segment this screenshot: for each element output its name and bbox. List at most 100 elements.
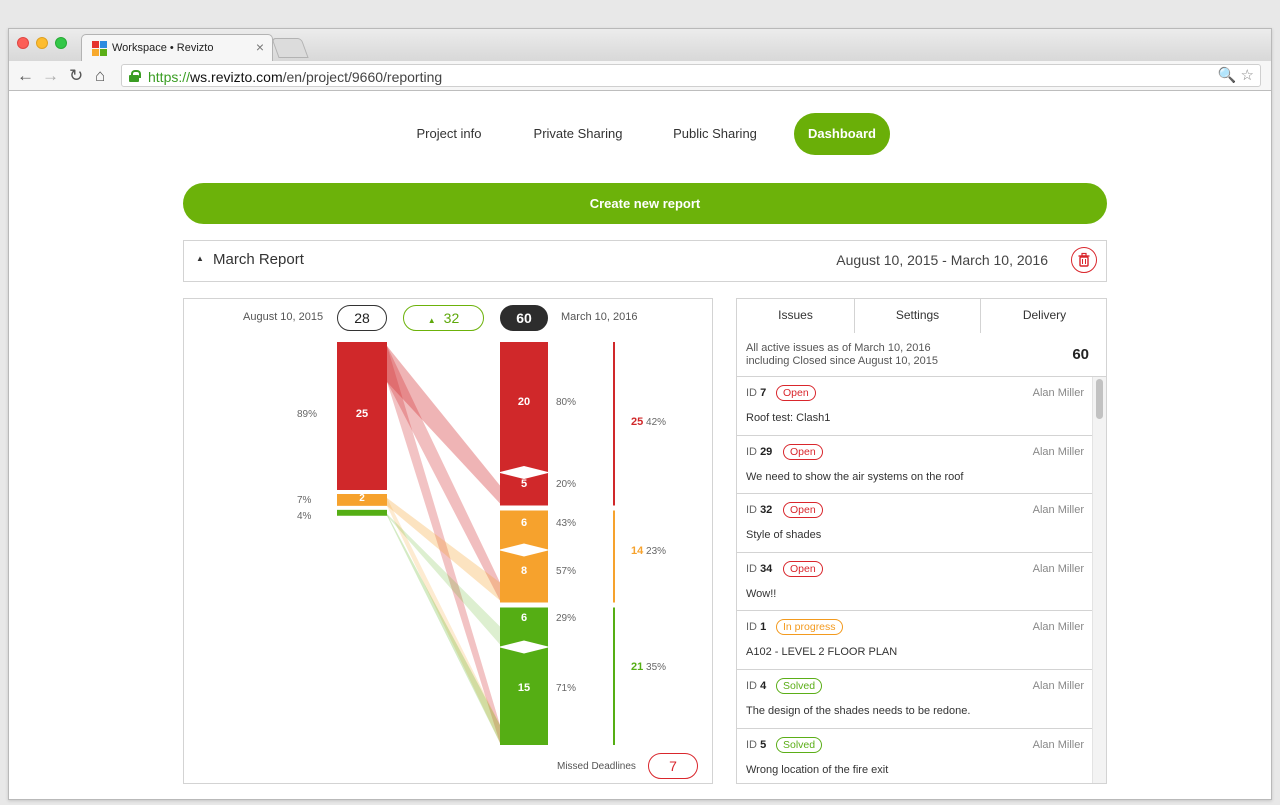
tab-private-sharing[interactable]: Private Sharing: [522, 113, 634, 155]
status-badge: Open: [783, 502, 823, 519]
status-badge: Solved: [776, 677, 823, 694]
group-label-red: 25 42%: [631, 416, 667, 428]
issue-author: Alan Miller: [1032, 504, 1084, 517]
tab-delivery[interactable]: Delivery: [980, 299, 1106, 333]
issue-id: ID 7: [746, 387, 767, 399]
start-pct-green: 4%: [297, 511, 312, 522]
project-nav: Project info Private Sharing Public Shar…: [9, 113, 1271, 155]
summary-line-1: All active issues as of March 10, 2016: [746, 342, 931, 354]
end-pct-0: 80%: [556, 397, 577, 408]
issue-id: ID 34: [746, 562, 773, 575]
list-item[interactable]: ID 32 Open Alan Miller Style of shades: [737, 494, 1093, 553]
report-header[interactable]: ▲ March Report August 10, 2015 - March 1…: [183, 240, 1107, 282]
tab-title: Workspace • Revizto: [112, 42, 214, 54]
list-item[interactable]: ID 4 Solved Alan Miller The design of the s…: [737, 670, 1093, 729]
end-bar-5: [500, 647, 548, 745]
end-pct-3: 57%: [556, 566, 577, 577]
window-minimize-button[interactable]: [36, 37, 48, 49]
status-badge: Open: [783, 443, 823, 460]
issue-id: ID 5: [746, 738, 767, 751]
new-tab-button[interactable]: [271, 38, 309, 58]
missed-deadlines-pill[interactable]: 7: [648, 753, 698, 779]
end-pct-2: 43%: [556, 518, 577, 529]
window-close-button[interactable]: [17, 37, 29, 49]
issue-title: Style of shades: [746, 529, 822, 542]
end-pct-4: 29%: [556, 613, 577, 624]
browser-tab[interactable]: Workspace • Revizto ×: [81, 34, 273, 61]
summary-line-2: including Closed since August 10, 2015: [746, 355, 939, 367]
scroll-thumb[interactable]: [1096, 379, 1103, 419]
issues-summary: All active issues as of March 10, 2016 i…: [737, 333, 1106, 377]
start-bar-2: [337, 509, 387, 516]
list-item[interactable]: ID 1 In progress Alan Miller A102 - LEVEL 2…: [737, 611, 1093, 670]
forward-icon[interactable]: →: [42, 66, 59, 86]
home-icon[interactable]: ⌂: [95, 66, 105, 86]
list-item[interactable]: ID 7 Open Alan Miller Roof test: Clash1: [737, 377, 1093, 436]
issue-author: Alan Miller: [1032, 738, 1084, 751]
issue-title: A102 - LEVEL 2 FLOOR PLAN: [746, 646, 898, 659]
start-pct-orange: 7%: [297, 495, 312, 506]
browser-toolbar: ← → ↻ ⌂ https://ws.revizto.com/en/projec…: [9, 61, 1271, 91]
url-text: https://ws.revizto.com/en/project/9660/r…: [148, 69, 443, 85]
status-badge: Open: [783, 560, 823, 577]
revizto-favicon-icon: [92, 41, 107, 56]
tab-settings[interactable]: Settings: [854, 299, 980, 333]
lock-icon: [129, 70, 141, 82]
tab-close-icon[interactable]: ×: [256, 39, 264, 55]
group-label-green: 21 35%: [631, 661, 667, 673]
issue-title: Roof test: Clash1: [746, 412, 831, 424]
end-pct-5: 71%: [556, 683, 577, 694]
list-item[interactable]: ID 34 Open Alan Miller Wow!!: [737, 553, 1093, 612]
window-maximize-button[interactable]: [55, 37, 67, 49]
issue-author: Alan Miller: [1032, 679, 1084, 692]
start-pct-red: 89%: [297, 409, 318, 420]
issue-author: Alan Miller: [1032, 387, 1084, 399]
issue-author: Alan Miller: [1032, 562, 1084, 575]
issue-title: Wow!!: [746, 587, 777, 600]
trash-icon[interactable]: [1071, 247, 1097, 273]
end-bar-label-0: 20: [517, 396, 531, 408]
back-icon[interactable]: ←: [17, 66, 34, 86]
status-badge: Solved: [776, 736, 823, 753]
end-bar-label-1: 5: [520, 478, 528, 490]
issue-id: ID 29: [746, 445, 773, 458]
end-pct-1: 20%: [556, 479, 577, 490]
end-bar-label-2: 6: [520, 517, 528, 529]
issues-list: ID 7 Open Alan Miller Roof test: Clash1 ID 2…: [737, 377, 1093, 783]
status-badge: Open: [776, 385, 816, 401]
start-bar-label-red: 25: [355, 408, 369, 420]
end-bar-label-3: 8: [520, 565, 528, 577]
issue-id: ID 1: [746, 621, 767, 634]
issues-tabs: Issues Settings Delivery: [737, 299, 1106, 333]
browser-window: Workspace • Revizto × ← → ↻ ⌂ https://ws…: [8, 28, 1272, 800]
issue-title: Wrong location of the fire exit: [746, 763, 889, 776]
issue-title: We need to show the air systems on the r…: [746, 470, 964, 483]
issue-id: ID 32: [746, 504, 773, 517]
create-report-button[interactable]: Create new report: [183, 183, 1107, 224]
summary-count: 60: [1072, 346, 1089, 363]
issue-author: Alan Miller: [1032, 621, 1084, 634]
collapse-caret-icon[interactable]: ▲: [196, 254, 204, 263]
sankey-chart: [337, 342, 615, 745]
tab-dashboard[interactable]: Dashboard: [794, 113, 890, 155]
report-date-range: August 10, 2015 - March 10, 2016: [836, 252, 1048, 268]
browser-titlebar: Workspace • Revizto ×: [9, 29, 1271, 61]
list-item[interactable]: ID 29 Open Alan Miller We need to show the …: [737, 436, 1093, 495]
address-bar[interactable]: https://ws.revizto.com/en/project/9660/r…: [121, 64, 1261, 87]
tab-project-info[interactable]: Project info: [401, 113, 497, 155]
issue-title: The design of the shades needs to be red…: [746, 704, 971, 717]
issue-author: Alan Miller: [1032, 445, 1084, 458]
tab-public-sharing[interactable]: Public Sharing: [661, 113, 769, 155]
group-label-orange: 14 23%: [631, 545, 667, 557]
issue-id: ID 4: [746, 679, 767, 692]
reload-icon[interactable]: ↻: [69, 66, 83, 86]
tab-issues[interactable]: Issues: [737, 299, 854, 333]
issues-scrollbar[interactable]: [1092, 377, 1106, 783]
start-bar-label-orange: 2: [359, 493, 365, 504]
end-bar-label-5: 15: [517, 682, 531, 694]
report-title: March Report: [213, 251, 304, 268]
list-item[interactable]: ID 5 Solved Alan Miller Wrong location of t…: [737, 729, 1093, 783]
chart-panel: August 10, 2015 28 ▲ 32 60 March 10, 2016…: [183, 298, 713, 784]
zoom-bookmark-icons[interactable]: 🔍 ☆: [1218, 66, 1254, 84]
issues-panel: Issues Settings Delivery All active issu…: [736, 298, 1107, 784]
